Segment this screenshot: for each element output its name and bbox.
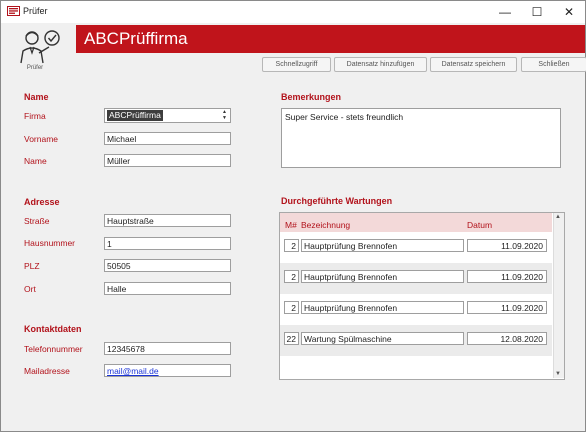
hausnummer-field[interactable]: 1 [104, 237, 231, 250]
table-row[interactable]: 2 Hauptprüfung Brennofen 11.09.2020 [280, 232, 552, 263]
add-record-button[interactable]: Datensatz hinzufügen [334, 57, 427, 72]
scroll-up-icon[interactable]: ▲ [555, 214, 561, 220]
header-banner: ABCPrüffirma [76, 25, 585, 53]
maintenance-subform: M# Bezeichnung Datum 2 Hauptprüfung Bren… [279, 212, 565, 380]
telefon-label: Telefonnummer [24, 344, 83, 354]
row-num[interactable]: 2 [284, 301, 299, 314]
plz-label: PLZ [24, 261, 40, 271]
row-desc[interactable]: Hauptprüfung Brennofen [301, 239, 464, 252]
ort-field[interactable]: Halle [104, 282, 231, 295]
vorname-label: Vorname [24, 134, 59, 144]
row-desc[interactable]: Hauptprüfung Brennofen [301, 301, 464, 314]
table-row[interactable]: 2 Hauptprüfung Brennofen 11.09.2020 [280, 263, 552, 294]
row-num[interactable]: 2 [284, 270, 299, 283]
ort-label: Ort [24, 284, 36, 294]
remarks-textarea[interactable]: Super Service - stets freundlich [281, 108, 561, 168]
subform-header: M# Bezeichnung Datum [280, 213, 552, 232]
minimize-button[interactable]: — [489, 1, 521, 23]
row-date[interactable]: 12.08.2020 [467, 332, 547, 345]
row-desc[interactable]: Wartung Spülmaschine [301, 332, 464, 345]
row-num[interactable]: 2 [284, 239, 299, 252]
hausnummer-label: Hausnummer [24, 238, 76, 248]
vorname-field[interactable]: Michael [104, 132, 231, 145]
window-title: Prüfer [23, 6, 48, 16]
firma-combobox[interactable]: ABCPrüffirma ▲ ▼ [104, 108, 231, 123]
mail-label: Mailadresse [24, 366, 70, 376]
table-row[interactable]: 22 Wartung Spülmaschine 12.08.2020 [280, 325, 552, 356]
row-num[interactable]: 22 [284, 332, 299, 345]
maximize-button[interactable]: ☐ [521, 1, 553, 23]
address-section-heading: Adresse [24, 197, 60, 207]
quick-access-button[interactable]: Schnellzugriff [262, 57, 331, 72]
name-field[interactable]: Müller [104, 154, 231, 167]
name-label: Name [24, 156, 47, 166]
title-bar: Prüfer — ☐ ✕ [1, 1, 585, 23]
maintenance-heading: Durchgeführte Wartungen [281, 196, 393, 206]
row-desc[interactable]: Hauptprüfung Brennofen [301, 270, 464, 283]
save-record-button[interactable]: Datensatz speichern [430, 57, 517, 72]
column-header-num: M# [285, 220, 297, 230]
vertical-scrollbar[interactable]: ▲ ▼ [553, 213, 564, 378]
close-window-button[interactable]: ✕ [553, 1, 585, 23]
spinner-icon[interactable]: ▲ ▼ [220, 109, 229, 122]
row-date[interactable]: 11.09.2020 [467, 270, 547, 283]
table-row[interactable]: 2 Hauptprüfung Brennofen 11.09.2020 [280, 294, 552, 325]
strasse-label: Straße [24, 216, 50, 226]
row-date[interactable]: 11.09.2020 [467, 301, 547, 314]
logo-caption: Prüfer [26, 65, 44, 71]
telefon-field[interactable]: 12345678 [104, 342, 231, 355]
form-window: Prüfer — ☐ ✕ Prüfer ABCPrüffirma Schnell… [0, 0, 586, 432]
page-title: ABCPrüffirma [84, 29, 188, 48]
firma-label: Firma [24, 111, 46, 121]
column-header-desc: Bezeichnung [301, 220, 351, 230]
contact-section-heading: Kontaktdaten [24, 324, 82, 334]
form-icon [7, 6, 20, 16]
column-header-date: Datum [467, 220, 493, 230]
name-section-heading: Name [24, 92, 49, 102]
row-date[interactable]: 11.09.2020 [467, 239, 547, 252]
remarks-heading: Bemerkungen [281, 92, 342, 102]
plz-field[interactable]: 50505 [104, 259, 231, 272]
strasse-field[interactable]: Hauptstraße [104, 214, 231, 227]
mail-field[interactable]: mail@mail.de [104, 364, 231, 377]
close-form-button[interactable]: Schließen [521, 57, 586, 72]
scroll-down-icon[interactable]: ▼ [555, 371, 561, 377]
firma-value: ABCPrüffirma [107, 110, 163, 121]
